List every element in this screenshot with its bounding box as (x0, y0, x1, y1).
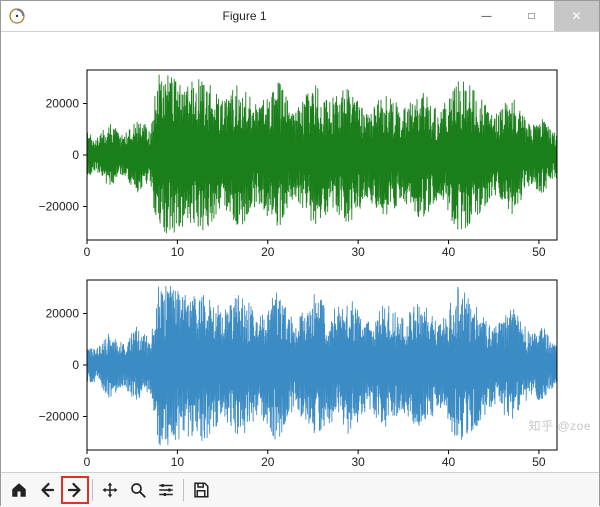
plot-svg: 0 10 20 30 40 50 −20000 0 20000 0 10 20 30 40 50 −20000… (1, 32, 599, 472)
svg-text:20000: 20000 (46, 306, 80, 320)
save-button[interactable] (187, 476, 215, 504)
app-icon (9, 8, 25, 24)
svg-text:0: 0 (84, 245, 91, 259)
toolbar-separator (92, 479, 93, 501)
zoom-icon (129, 481, 147, 499)
arrow-right-icon (66, 481, 84, 499)
maximize-icon: □ (528, 11, 534, 22)
zoom-button[interactable] (124, 476, 152, 504)
save-icon (192, 481, 210, 499)
svg-text:20: 20 (261, 245, 275, 259)
forward-button[interactable] (61, 476, 89, 504)
configure-button[interactable] (152, 476, 180, 504)
back-button[interactable] (33, 476, 61, 504)
figure-canvas[interactable]: 0 10 20 30 40 50 −20000 0 20000 0 10 20 30 40 50 −20000… (1, 32, 599, 472)
svg-text:−20000: −20000 (39, 410, 80, 424)
svg-text:30: 30 (351, 455, 365, 469)
home-button[interactable] (5, 476, 33, 504)
close-button[interactable]: ✕ (554, 1, 599, 31)
maximize-button[interactable]: □ (509, 1, 554, 31)
svg-text:50: 50 (532, 455, 546, 469)
minimize-button[interactable]: — (464, 1, 509, 31)
svg-text:0: 0 (84, 455, 91, 469)
svg-text:40: 40 (442, 455, 456, 469)
window-title: Figure 1 (25, 9, 464, 23)
nav-toolbar (1, 472, 599, 507)
arrow-left-icon (38, 481, 56, 499)
svg-text:10: 10 (171, 455, 185, 469)
svg-text:20: 20 (261, 455, 275, 469)
svg-text:10: 10 (171, 245, 185, 259)
svg-text:−20000: −20000 (39, 200, 80, 214)
pan-icon (101, 481, 119, 499)
close-icon: ✕ (571, 9, 581, 23)
svg-text:0: 0 (72, 148, 79, 162)
svg-text:20000: 20000 (46, 96, 80, 110)
toolbar-separator (183, 479, 184, 501)
figure-window: Figure 1 — □ ✕ 0 10 20 30 40 50 −20000 0 20000 0 1… (0, 0, 600, 506)
minimize-icon: — (482, 11, 492, 22)
sliders-icon (157, 481, 175, 499)
pan-button[interactable] (96, 476, 124, 504)
svg-text:50: 50 (532, 245, 546, 259)
svg-text:30: 30 (351, 245, 365, 259)
titlebar[interactable]: Figure 1 — □ ✕ (1, 1, 599, 32)
home-icon (10, 481, 28, 499)
svg-text:0: 0 (72, 358, 79, 372)
svg-text:40: 40 (442, 245, 456, 259)
